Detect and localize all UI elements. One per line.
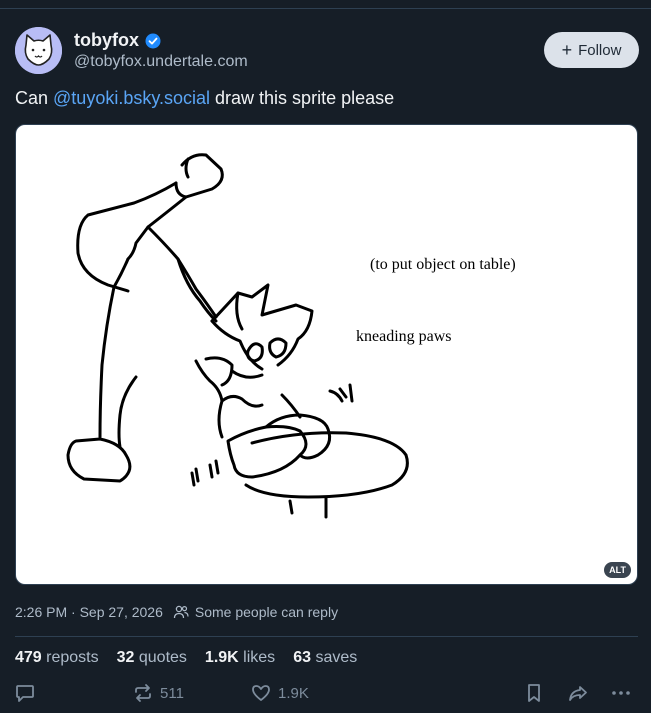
like-count: 1.9K — [278, 684, 309, 702]
repost-count: 511 — [160, 684, 184, 702]
post-image[interactable]: (to put object on table) kneading paws A… — [15, 124, 638, 585]
likes-count: 1.9K — [204, 649, 239, 666]
sketch-note-bottom: kneading paws — [356, 328, 452, 345]
bookmark-icon — [528, 684, 540, 702]
sketch-note-top: (to put object on table) — [370, 256, 516, 273]
like-button[interactable]: 1.9K — [250, 682, 309, 704]
post-text-suffix: draw this sprite please — [210, 88, 395, 108]
mention-link[interactable]: @tuyoki.bsky.social — [53, 88, 210, 108]
author-avatar[interactable] — [15, 27, 62, 74]
verified-badge-icon — [145, 33, 161, 49]
saves-label: saves — [315, 649, 358, 666]
post-timestamp[interactable]: 2:26 PM · Sep 27, 2026 — [15, 604, 163, 620]
cat-avatar-icon — [15, 27, 62, 74]
repost-icon — [135, 684, 151, 702]
post-meta-row: 2:26 PM · Sep 27, 2026 Some people can r… — [15, 604, 338, 620]
likes-stat[interactable]: 1.9K likes — [205, 649, 275, 667]
people-icon — [173, 605, 189, 619]
reposts-stat[interactable]: 479 reposts — [15, 649, 99, 667]
likes-label: likes — [243, 649, 276, 666]
post-action-bar: 511 1.9K — [0, 680, 651, 710]
share-button[interactable] — [566, 682, 590, 704]
author-name-row: tobyfox — [74, 30, 161, 51]
reposts-label: reposts — [46, 649, 99, 666]
bookmark-button[interactable] — [524, 682, 544, 704]
share-icon — [569, 686, 587, 701]
quotes-count: 32 — [116, 649, 135, 666]
top-divider — [0, 8, 651, 9]
alt-text-badge[interactable]: ALT — [604, 562, 631, 578]
reply-icon — [16, 685, 34, 702]
repost-button[interactable]: 511 — [132, 682, 184, 704]
follow-button[interactable]: + Follow — [544, 32, 639, 68]
quotes-label: quotes — [138, 649, 187, 666]
reposts-count: 479 — [15, 649, 42, 666]
quotes-stat[interactable]: 32 quotes — [117, 649, 187, 667]
more-options-button[interactable] — [610, 682, 632, 704]
author-display-name[interactable]: tobyfox — [74, 30, 139, 51]
post-text-prefix: Can — [15, 88, 54, 108]
cat-sketch-drawing: (to put object on table) kneading paws — [66, 153, 516, 519]
engagement-stats: 479 reposts 32 quotes 1.9K likes 63 save… — [15, 649, 357, 667]
saves-count: 63 — [293, 649, 311, 666]
stats-divider — [15, 636, 638, 637]
plus-icon: + — [561, 39, 573, 60]
follow-button-label: Follow — [578, 41, 622, 59]
reply-button[interactable] — [14, 682, 36, 704]
reply-setting-text[interactable]: Some people can reply — [195, 604, 338, 620]
author-handle[interactable]: @tobyfox.undertale.com — [74, 53, 248, 71]
heart-icon — [252, 685, 270, 701]
more-icon — [612, 691, 630, 695]
post-text: Can @tuyoki.bsky.social draw this sprite… — [15, 88, 394, 109]
saves-stat[interactable]: 63 saves — [293, 649, 357, 667]
